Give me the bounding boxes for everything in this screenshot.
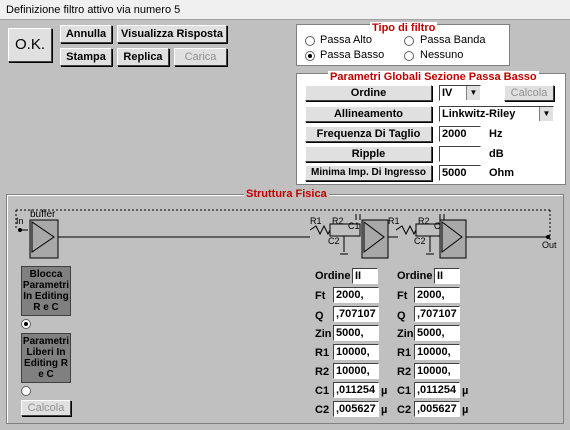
stage1-c1-label-row: C1 [315,385,330,397]
stage1-zin-label: Zin [315,328,332,340]
ordine-select[interactable]: IV ▼ [439,85,481,101]
stage2-q-field[interactable]: ,707107 [414,306,460,322]
stage1-q-field[interactable]: ,707107 [333,306,379,322]
struttura-title: Struttura Fisica [244,188,329,200]
passa-banda-radio[interactable] [404,36,414,46]
passa-banda-label: Passa Banda [420,34,486,46]
stage1-c1-unit: µ [381,385,388,397]
stampa-button[interactable]: Stampa [60,48,112,66]
chevron-down-icon[interactable]: ▼ [466,86,480,100]
stage2-ordine-field[interactable]: II [434,268,460,284]
stage2-c1-label-row: C1 [397,385,412,397]
visualizza-risposta-button[interactable]: Visualizza Risposta [117,25,227,43]
replica-button[interactable]: Replica [117,48,169,66]
liberi-radio[interactable] [21,386,31,396]
stage2-zin-field[interactable]: 5000, [414,325,460,341]
stage2-c2-label-row: C2 [397,404,412,416]
stage1-ft-field[interactable]: 2000, [333,287,379,303]
stage1-ordine-label: Ordine [315,270,351,282]
stage2-q-label: Q [397,310,406,322]
stage1-zin-field[interactable]: 5000, [333,325,379,341]
calcola-global-button[interactable]: Calcola [504,85,554,101]
frequenza-button[interactable]: Frequenza Di Taglio [305,126,432,142]
nessuno-label: Nessuno [420,49,464,61]
passa-basso-radio[interactable] [305,51,315,61]
carica-button[interactable]: Carica [174,48,227,66]
stage1-c2-field[interactable]: ,005627 [333,401,379,417]
stage2-r1-field[interactable]: 10000, [414,344,460,360]
calcola-struttura-button[interactable]: Calcola [21,400,71,416]
ripple-field[interactable] [439,146,481,162]
stage1-c2-unit: µ [381,404,388,416]
minima-field[interactable]: 5000 [439,165,481,181]
stage2-ft-field[interactable]: 2000, [414,287,460,303]
stage2-zin-label: Zin [397,328,414,340]
nessuno-radio[interactable] [404,51,414,61]
minima-unit: Ohm [489,167,515,179]
annulla-button[interactable]: Annulla [60,25,112,43]
frequenza-field[interactable]: 2000 [439,126,481,142]
stage1-q-label: Q [315,310,324,322]
blocca-parametri-box: Blocca Parametri In Editing R e C [21,266,71,316]
stage1-c1-label: C1 [348,221,360,231]
parametri-liberi-box: Parametri Liberi In Editing R e C [21,333,71,383]
stage1-c1-field[interactable]: ,011254 [333,382,379,398]
stage2-r1-label: R1 [388,216,400,226]
tipo-filtro-title: Tipo di filtro [370,22,438,34]
parametri-title: Parametri Globali Sezione Passa Basso [328,71,539,83]
allineamento-button[interactable]: Allineamento [305,106,432,122]
ok-button[interactable]: O.K. [8,28,52,62]
stage1-r2-label-row: R2 [315,366,330,378]
ripple-unit: dB [489,148,504,160]
passa-alto-radio[interactable] [305,36,315,46]
stage2-c2-label: C2 [414,236,426,246]
in-label: In [16,216,24,226]
stage2-r2-label-row: R2 [397,366,412,378]
stage1-ordine-field[interactable]: II [352,268,378,284]
stage1-r1-label: R1 [310,216,322,226]
stage2-c2-unit: µ [462,404,469,416]
stage2-c1-unit: µ [462,385,469,397]
stage1-r2-field[interactable]: 10000, [333,363,379,379]
circuit-diagram: In buffer R1 R2 C1 C2 R1 R2 C1 C2 Out [10,200,560,262]
allineamento-select[interactable]: Linkwitz-Riley ▼ [439,106,554,122]
frequenza-unit: Hz [489,128,503,140]
stage2-r2-field[interactable]: 10000, [414,363,460,379]
passa-alto-label: Passa Alto [320,34,372,46]
chevron-down-icon[interactable]: ▼ [539,107,553,121]
ordine-button[interactable]: Ordine [305,85,432,101]
stage2-ft-label: Ft [397,290,408,302]
buffer-label: buffer [30,209,56,220]
ripple-button[interactable]: Ripple [305,146,432,162]
passa-basso-label: Passa Basso [320,49,385,61]
stage1-c2-label-row: C2 [315,404,330,416]
out-label: Out [542,240,557,250]
stage1-r1-field[interactable]: 10000, [333,344,379,360]
ordine-value: IV [442,87,453,99]
stage2-c1-field[interactable]: ,011254 [414,382,460,398]
window-title: Definizione filtro attivo via numero 5 [0,0,570,20]
minima-button[interactable]: Minima Imp. Di Ingresso [305,165,432,181]
stage2-ordine-label: Ordine [397,270,433,282]
allineamento-value: Linkwitz-Riley [442,108,516,120]
stage1-ft-label: Ft [315,290,326,302]
stage1-c2-label: C2 [328,236,340,246]
blocca-radio[interactable] [21,319,31,329]
stage2-c2-field[interactable]: ,005627 [414,401,460,417]
stage1-r1-label-row: R1 [315,347,330,359]
stage2-r1-label-row: R1 [397,347,412,359]
